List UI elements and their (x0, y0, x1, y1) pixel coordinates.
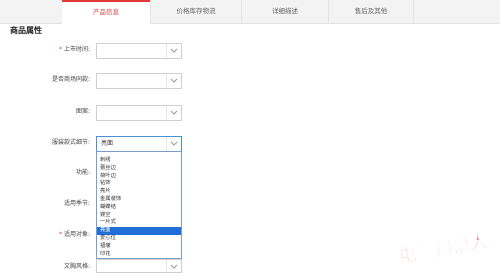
option-embroidery[interactable]: 刺绣 (97, 157, 181, 165)
option-heart-position[interactable]: 爱心位 (97, 235, 181, 243)
garment-detail-select[interactable]: 亮面 (96, 136, 182, 152)
required-mark: * (58, 231, 62, 238)
field-label-launch-time: * 上市时间: (58, 46, 90, 53)
option-pleat[interactable]: 褶皱 (97, 243, 181, 251)
chevron-down-icon[interactable] (166, 44, 181, 58)
chevron-down-icon[interactable] (166, 137, 181, 151)
select-value: 亮面 (101, 140, 114, 147)
tab-product-info[interactable]: 产品信息 (62, 0, 150, 24)
tab-after-sales[interactable]: 售后及其他 (329, 0, 413, 23)
field-label-function: 功能: (75, 169, 90, 176)
garment-detail-options-list[interactable]: 刺绣 蕾丝边 荷叶边 钻饰 亮片 金属装饰 蝴蝶结 镂空 一片式 亮面 爱心位 … (96, 151, 182, 259)
option-lace-trim[interactable]: 蕾丝边 (97, 165, 181, 173)
mall-same-style-select[interactable] (96, 73, 182, 89)
field-label-season: 适用季节: (63, 200, 90, 207)
tab-bar: 产品信息 价格库存物流 详细描述 售后及其他 (0, 0, 500, 24)
bra-style-select[interactable] (96, 259, 182, 273)
chevron-down-icon[interactable] (166, 74, 181, 88)
tab-detail-description[interactable]: 详细描述 (242, 0, 328, 23)
field-label-bra-style: 文胸风格: (63, 263, 90, 270)
pattern-select[interactable] (96, 105, 182, 121)
tab-price-stock-logistics[interactable]: 价格库存物流 (151, 0, 241, 23)
option-bow[interactable]: 蝴蝶结 (97, 204, 181, 212)
option-sequin[interactable]: 亮片 (97, 188, 181, 196)
option-print[interactable]: 印花 (97, 251, 181, 258)
chevron-down-icon[interactable] (166, 260, 181, 272)
required-mark: * (58, 46, 62, 53)
section-title: 商品属性 (10, 26, 42, 35)
tab-divider (413, 0, 414, 23)
option-glossy-selected[interactable]: 亮面 (97, 227, 181, 235)
field-label-garment-detail: 服装款式细节: (51, 139, 90, 146)
svg-text:电商知识人: 电商知识人 (397, 230, 490, 267)
watermark: 电商知识人 (394, 223, 500, 271)
field-label-mall-same-style: 是否商场同款: (51, 76, 90, 83)
option-metal-decoration[interactable]: 金属装饰 (97, 196, 181, 204)
field-label-pattern: 图案: (75, 108, 90, 115)
option-one-piece[interactable]: 一片式 (97, 219, 181, 227)
chevron-down-icon[interactable] (166, 106, 181, 120)
field-label-target-audience: * 适用对象: (58, 231, 90, 238)
launch-time-select[interactable] (96, 43, 182, 59)
